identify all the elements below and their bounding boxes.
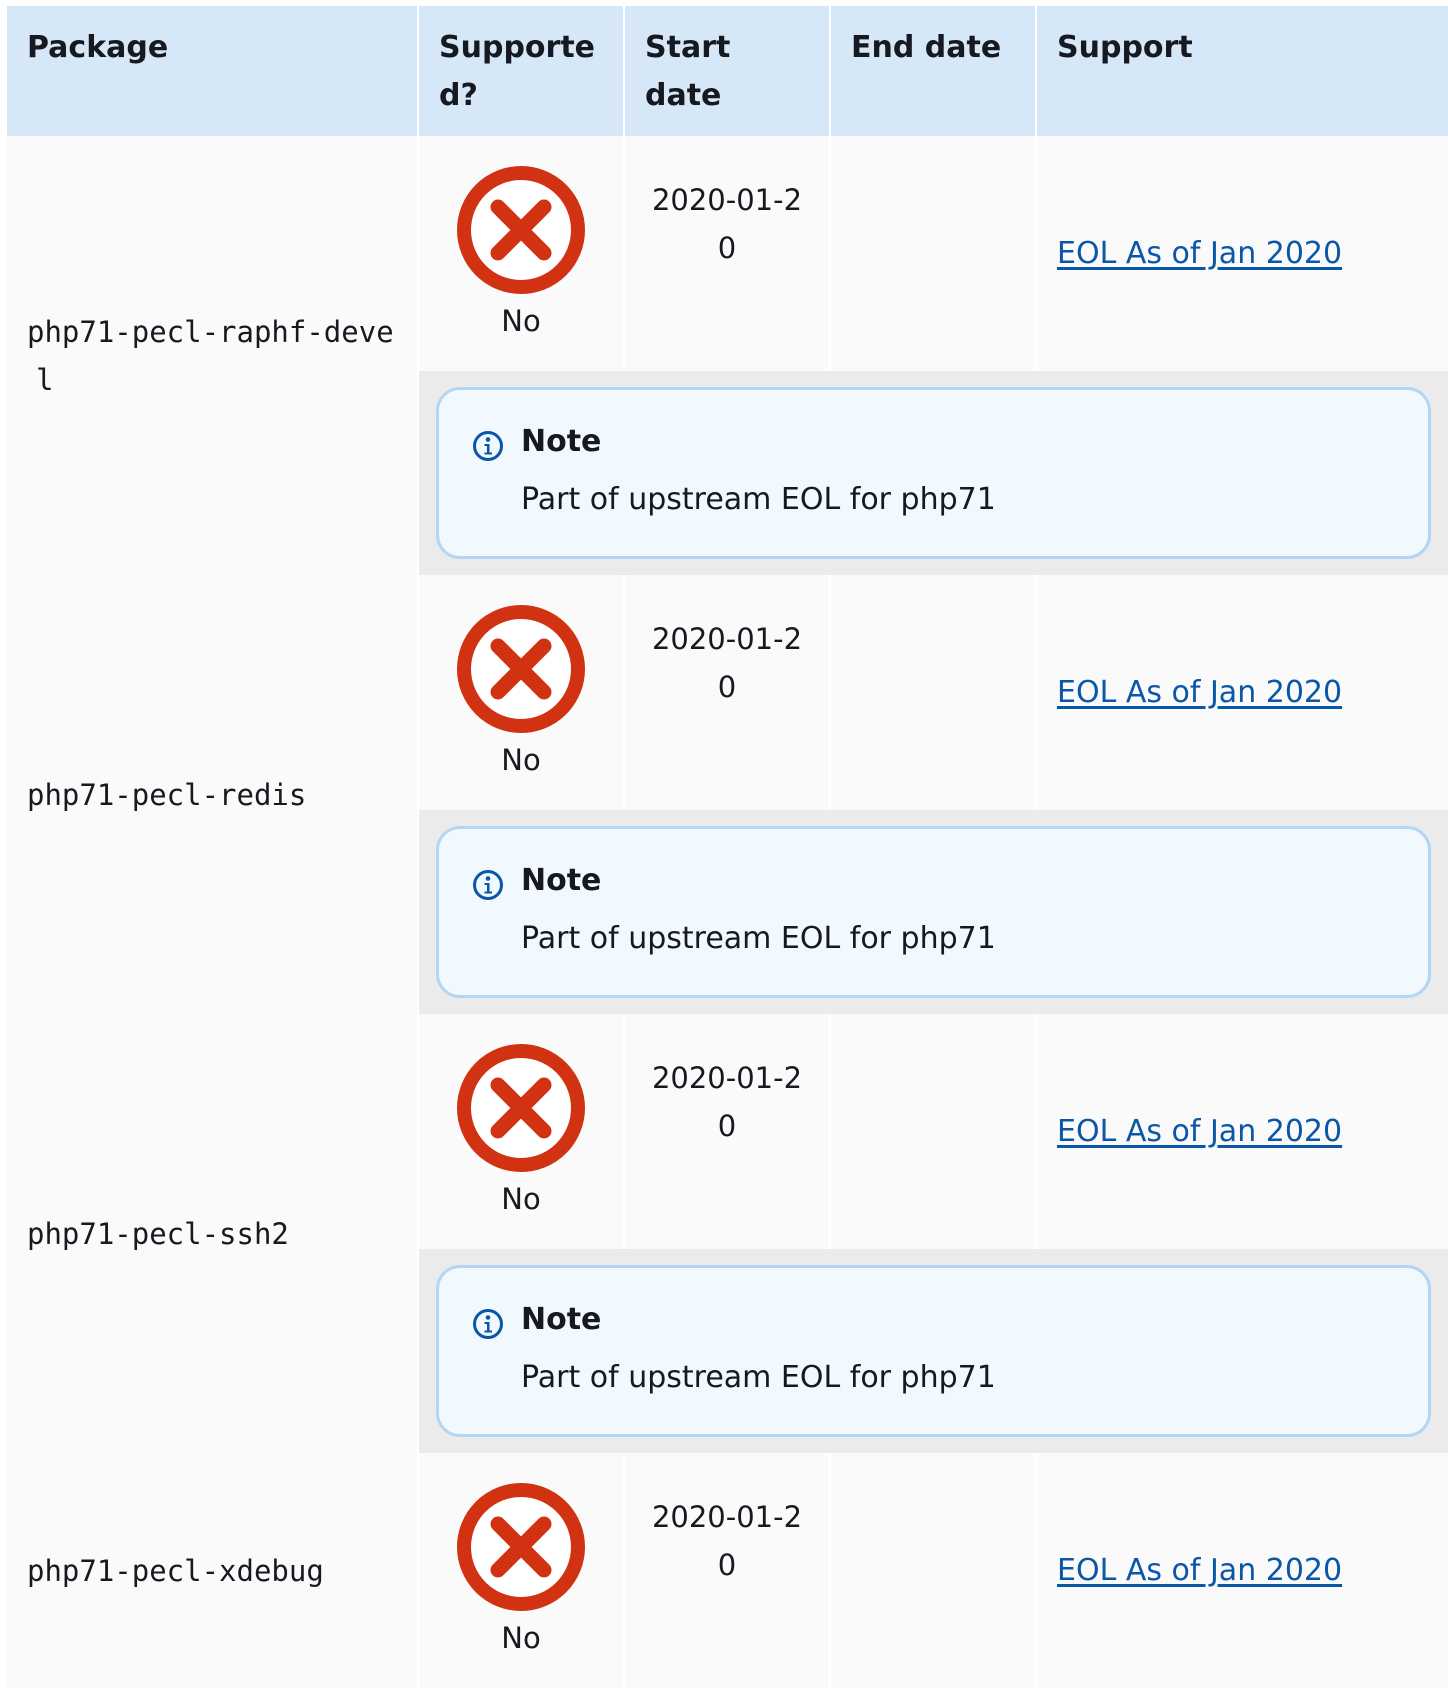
table-row: php71-pecl-raphf-devel No 2020-01-20 EOL… [7, 136, 1448, 575]
support-cell: EOL As of Jan 2020 [1036, 1014, 1448, 1249]
package-name: php71-pecl-ssh2 [27, 1216, 289, 1251]
package-cell: php71-pecl-ssh2 [7, 1014, 419, 1453]
package-support-table-container: Package Supported? Start date End date S… [7, 6, 1448, 1688]
start-date: 2020-01-20 [651, 182, 803, 265]
package-cell: php71-pecl-xdebug [7, 1453, 419, 1688]
package-cell: php71-pecl-redis [7, 575, 419, 1014]
support-cell: EOL As of Jan 2020 [1036, 136, 1448, 371]
x-circle-icon [457, 165, 585, 294]
start-date: 2020-01-20 [651, 621, 803, 704]
support-link[interactable]: EOL As of Jan 2020 [1057, 1547, 1342, 1595]
x-circle-icon [457, 604, 585, 733]
table-row: php71-pecl-ssh2 No 2020-01-20 EOL As of [7, 1014, 1448, 1453]
header-end-date: End date [830, 6, 1037, 136]
note-cell: Note Part of upstream EOL for php71 [418, 371, 1448, 575]
note-cell: Note Part of upstream EOL for php71 [418, 810, 1448, 1014]
start-date-cell: 2020-01-20 [624, 1014, 831, 1249]
supported-label: No [501, 303, 541, 338]
info-icon [473, 870, 503, 900]
start-date-cell: 2020-01-20 [624, 136, 831, 371]
note-callout: Note Part of upstream EOL for php71 [436, 387, 1431, 559]
info-icon [473, 1309, 503, 1339]
supported-cell: No [418, 136, 625, 371]
note-title: Note [521, 424, 602, 459]
info-icon [473, 431, 503, 461]
supported-cell: No [418, 1014, 625, 1249]
x-circle-icon [457, 1482, 585, 1611]
start-date: 2020-01-20 [651, 1060, 803, 1143]
end-date-cell [830, 1014, 1037, 1249]
header-support: Support [1036, 6, 1448, 136]
note-title: Note [521, 863, 602, 898]
start-date-cell: 2020-01-20 [624, 575, 831, 810]
header-supported: Supported? [418, 6, 625, 136]
table-row: php71-pecl-xdebug No 2020-01-20 EOL As o… [7, 1453, 1448, 1688]
supported-cell: No [418, 575, 625, 810]
start-date-cell: 2020-01-20 [624, 1453, 831, 1688]
note-text: Part of upstream EOL for php71 [521, 1360, 996, 1395]
supported-cell: No [418, 1453, 625, 1688]
support-link[interactable]: EOL As of Jan 2020 [1057, 230, 1342, 278]
header-package: Package [7, 6, 419, 136]
start-date: 2020-01-20 [651, 1499, 803, 1582]
end-date-cell [830, 1453, 1037, 1688]
note-title: Note [521, 1302, 602, 1337]
package-support-table: Package Supported? Start date End date S… [7, 6, 1448, 1688]
table-row: php71-pecl-redis No 2020-01-20 EOL As of… [7, 575, 1448, 1014]
supported-label: No [501, 1181, 541, 1216]
support-cell: EOL As of Jan 2020 [1036, 1453, 1448, 1688]
package-cell: php71-pecl-raphf-devel [7, 136, 419, 575]
package-name: php71-pecl-raphf-devel [27, 314, 394, 397]
end-date-cell [830, 136, 1037, 371]
table-header-row: Package Supported? Start date End date S… [7, 6, 1448, 136]
supported-label: No [501, 1620, 541, 1655]
package-name: php71-pecl-xdebug [27, 1553, 324, 1588]
header-start-date: Start date [624, 6, 831, 136]
package-name: php71-pecl-redis [27, 777, 307, 812]
support-link[interactable]: EOL As of Jan 2020 [1057, 669, 1342, 717]
note-callout: Note Part of upstream EOL for php71 [436, 826, 1431, 998]
supported-label: No [501, 742, 541, 777]
end-date-cell [830, 575, 1037, 810]
support-link[interactable]: EOL As of Jan 2020 [1057, 1108, 1342, 1156]
note-callout: Note Part of upstream EOL for php71 [436, 1265, 1431, 1437]
x-circle-icon [457, 1043, 585, 1172]
note-cell: Note Part of upstream EOL for php71 [418, 1249, 1448, 1453]
note-text: Part of upstream EOL for php71 [521, 482, 996, 517]
support-cell: EOL As of Jan 2020 [1036, 575, 1448, 810]
note-text: Part of upstream EOL for php71 [521, 921, 996, 956]
